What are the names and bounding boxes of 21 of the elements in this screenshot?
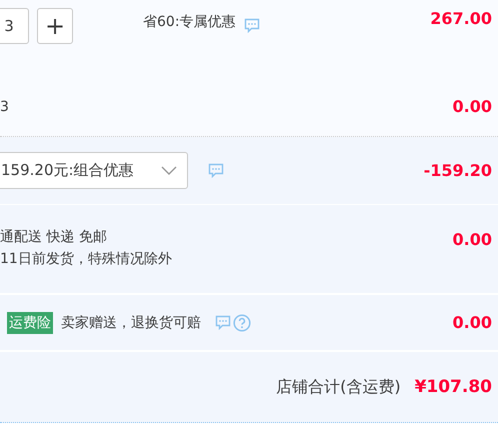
total-label: 店铺合计(含运费) xyxy=(276,376,401,398)
insurance-text: 卖家赠送，退换货可赔 xyxy=(61,314,201,332)
delivery-amount: 0.00 xyxy=(452,230,492,251)
discount-dropdown[interactable]: 159.20元:组合优惠 xyxy=(0,152,188,189)
caret-icon xyxy=(161,166,177,176)
chat-icon[interactable] xyxy=(208,162,224,178)
delivery-text: 通配送 快递 免邮 xyxy=(0,228,108,246)
item-count: 3 xyxy=(0,98,9,114)
discount-amount: -159.20 xyxy=(424,161,492,180)
insurance-tag: 运费险 xyxy=(7,312,53,334)
chat-icon[interactable] xyxy=(244,17,260,33)
quantity-field[interactable]: 3 xyxy=(0,8,29,44)
help-icon[interactable] xyxy=(233,314,251,332)
increase-button[interactable]: + xyxy=(37,8,73,44)
delivery-text: 11日前发货，特殊情况除外 xyxy=(0,250,172,268)
promo-text: 省60:专属优惠 xyxy=(143,13,236,31)
insurance-amount: 0.00 xyxy=(452,313,492,332)
chat-icon[interactable] xyxy=(215,314,231,330)
total-amount: ¥107.80 xyxy=(414,377,492,397)
item-extra-amount: 0.00 xyxy=(452,97,492,116)
item-price: 267.00 xyxy=(430,8,492,28)
